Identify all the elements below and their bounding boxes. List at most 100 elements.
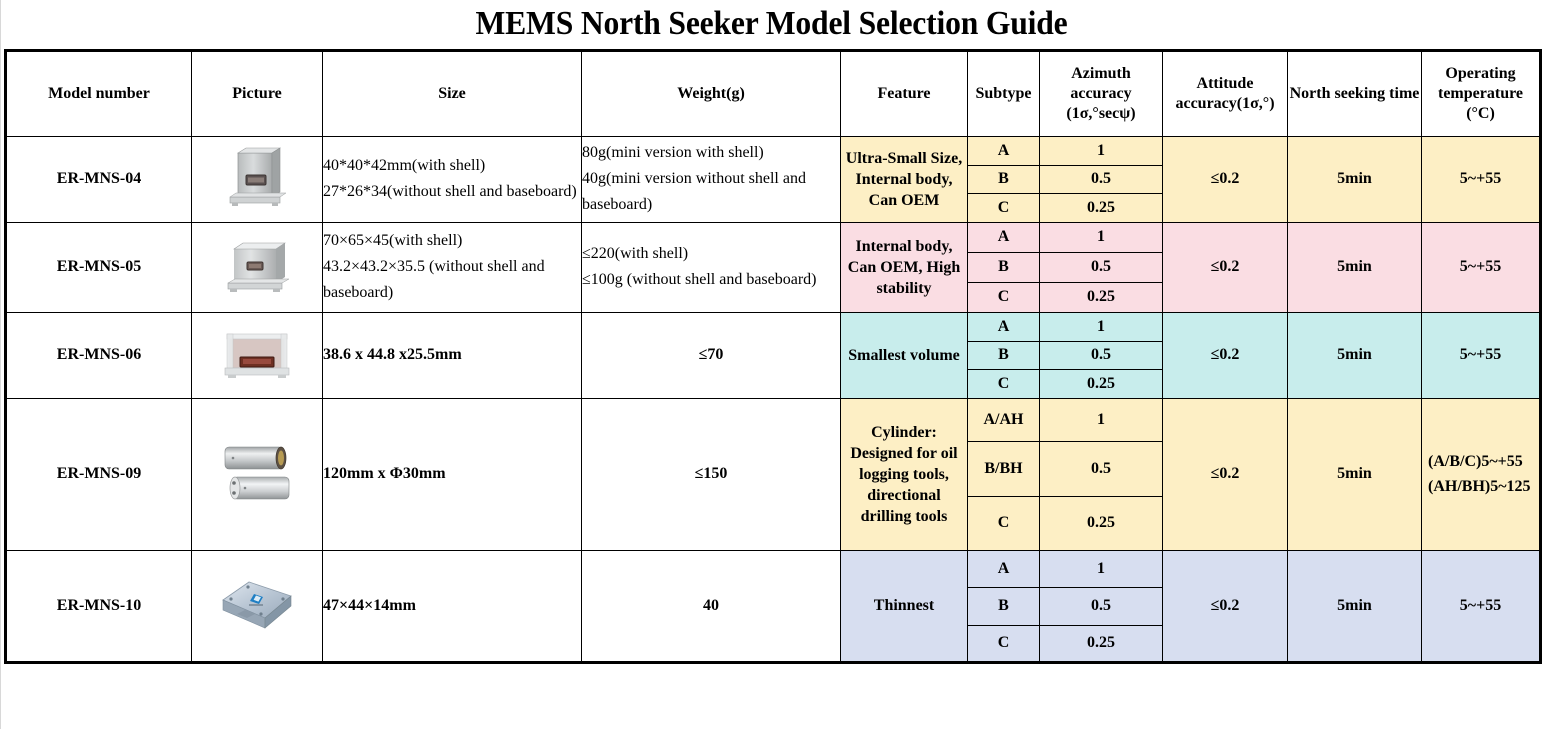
cell-model-number: ER-MNS-05 xyxy=(5,221,192,313)
cell-model-number: ER-MNS-09 xyxy=(5,397,192,551)
cell-product-picture xyxy=(191,221,323,313)
cell-model-number: ER-MNS-10 xyxy=(5,549,192,663)
cell-north-seeking-time: 5min xyxy=(1287,397,1422,551)
cell-azimuth-accuracy: 0.25 xyxy=(1039,624,1163,663)
size-line: 47×44×14mm xyxy=(323,596,416,614)
table-row: ER-MNS-04 40*40*42mm(with shell) 27*26*34(… xyxy=(5,136,1541,223)
page-left-edge-rule xyxy=(0,0,1,729)
table-row: ER-MNS-05 70×65×45(with shell) 43.2×43.2×3… xyxy=(5,221,1541,313)
cell-azimuth-accuracy: 0.25 xyxy=(1039,281,1163,313)
header-subtype: Subtype xyxy=(967,50,1040,137)
cell-azimuth-accuracy: 1 xyxy=(1039,549,1163,589)
cell-weight: ≤150 xyxy=(581,397,841,551)
header-model-number: Model number xyxy=(5,50,192,137)
cell-subtype: B xyxy=(967,340,1040,371)
table-row: ER-MNS-09 120mm x Φ30mm ≤150 Cylinder: Desi… xyxy=(5,397,1541,551)
cell-azimuth-accuracy: 0.5 xyxy=(1039,440,1163,497)
header-feature: Feature xyxy=(840,50,968,137)
cell-product-picture xyxy=(191,549,323,663)
cell-subtype: C xyxy=(967,193,1040,223)
cell-weight: ≤220(with shell) ≤100g (without shell and… xyxy=(581,221,841,313)
cell-subtype: C xyxy=(967,281,1040,313)
header-azimuth-accuracy: Azimuth accuracy (1σ,°secψ) xyxy=(1039,50,1163,137)
cell-weight: ≤70 xyxy=(581,311,841,399)
mems-flat-plate-sensor-image xyxy=(215,581,299,636)
size-line: 38.6 x 44.8 x25.5mm xyxy=(323,346,462,364)
mems-cube-sensor-image xyxy=(222,242,292,299)
cell-operating-temperature: 5~+55 xyxy=(1421,311,1541,399)
header-picture: Picture xyxy=(191,50,323,137)
cell-size: 120mm x Φ30mm xyxy=(322,397,582,551)
page-title: MEMS North Seeker Model Selection Guide xyxy=(475,5,1068,42)
cell-feature: Ultra-Small Size, Internal body, Can OEM xyxy=(840,136,968,223)
cell-operating-temperature: 5~+55 xyxy=(1421,221,1541,313)
cell-feature: Thinnest xyxy=(840,549,968,663)
cell-north-seeking-time: 5min xyxy=(1287,136,1422,223)
table-row: ER-MNS-06 38.6 x 44.8 x25.5mm ≤70 Smallest … xyxy=(5,311,1541,399)
cell-size: 70×65×45(with shell) 43.2×43.2×35.5 (with… xyxy=(322,221,582,313)
mems-cylinder-sensor-image xyxy=(219,446,295,509)
header-north-seeking-time: North seeking time xyxy=(1287,50,1422,137)
cell-subtype: A xyxy=(967,136,1040,166)
cell-feature: Smallest volume xyxy=(840,311,968,399)
weight-line: ≤70 xyxy=(698,346,724,364)
cell-weight: 80g(mini version with shell) 40g(mini ver… xyxy=(581,136,841,223)
mems-open-frame-sensor-image xyxy=(222,333,292,386)
cell-subtype: B xyxy=(967,164,1040,195)
cell-azimuth-accuracy: 0.5 xyxy=(1039,164,1163,195)
header-optemp-line3: (°C) xyxy=(1466,105,1495,122)
header-weight: Weight(g) xyxy=(581,50,841,137)
cell-azimuth-accuracy: 1 xyxy=(1039,397,1163,442)
cell-azimuth-accuracy: 0.5 xyxy=(1039,251,1163,283)
header-azimuth-line1: Azimuth xyxy=(1071,65,1131,82)
cell-subtype: B xyxy=(967,251,1040,283)
cell-operating-temperature: 5~+55 xyxy=(1421,136,1541,223)
weight-line: ≤220(with shell) xyxy=(582,245,689,263)
cell-azimuth-accuracy: 0.25 xyxy=(1039,495,1163,551)
size-line: 27*26*34(without shell and baseboard) xyxy=(323,183,577,201)
cell-north-seeking-time: 5min xyxy=(1287,549,1422,663)
cell-subtype: C xyxy=(967,369,1040,399)
cell-attitude-accuracy: ≤0.2 xyxy=(1162,397,1288,551)
cell-subtype: C xyxy=(967,624,1040,663)
cell-size: 47×44×14mm xyxy=(322,549,582,663)
cell-subtype: A xyxy=(967,549,1040,589)
cell-subtype: A xyxy=(967,311,1040,342)
cell-azimuth-accuracy: 0.25 xyxy=(1039,369,1163,399)
cell-subtype: A xyxy=(967,221,1040,253)
size-line: 70×65×45(with shell) xyxy=(323,232,463,250)
model-selection-table-wrapper: Model number Picture Size Weight(g) Feat… xyxy=(4,49,1542,664)
size-line: 43.2×43.2×35.5 (without shell and basebo… xyxy=(323,258,545,302)
cell-attitude-accuracy: ≤0.2 xyxy=(1162,311,1288,399)
cell-azimuth-accuracy: 1 xyxy=(1039,221,1163,253)
cell-attitude-accuracy: ≤0.2 xyxy=(1162,549,1288,663)
cell-subtype: C xyxy=(967,495,1040,551)
size-line: 40*40*42mm(with shell) xyxy=(323,157,486,175)
cell-feature: Internal body, Can OEM, High stability xyxy=(840,221,968,313)
model-selection-table: Model number Picture Size Weight(g) Feat… xyxy=(4,49,1542,664)
header-optemp-line1: Operating xyxy=(1445,65,1516,82)
cell-model-number: ER-MNS-06 xyxy=(5,311,192,399)
header-azimuth-line3: (1σ,°secψ) xyxy=(1066,105,1136,122)
cell-subtype: A/AH xyxy=(967,397,1040,442)
weight-line: 40g(mini version without shell and baseb… xyxy=(582,170,806,214)
cell-operating-temperature: (A/B/C)5~+55 (AH/BH)5~125 xyxy=(1421,397,1541,551)
mems-box-sensor-image xyxy=(222,147,292,213)
cell-azimuth-accuracy: 0.25 xyxy=(1039,193,1163,223)
cell-product-picture xyxy=(191,136,323,223)
header-attitude-accuracy: Attitude accuracy(1σ,°) xyxy=(1162,50,1288,137)
cell-subtype: B xyxy=(967,587,1040,626)
cell-feature: Cylinder: Designed for oil logging tools… xyxy=(840,397,968,551)
cell-attitude-accuracy: ≤0.2 xyxy=(1162,221,1288,313)
cell-azimuth-accuracy: 0.5 xyxy=(1039,340,1163,371)
cell-subtype: B/BH xyxy=(967,440,1040,497)
weight-line: ≤150 xyxy=(694,465,728,483)
size-line: 120mm x Φ30mm xyxy=(323,465,446,483)
header-optemp-line2: temperature xyxy=(1438,85,1523,102)
weight-line: ≤100g (without shell and baseboard) xyxy=(582,271,817,289)
table-row: ER-MNS-10 47×44×14mm 40 Thinnest A 1 ≤0.2 5min 5… xyxy=(5,549,1541,663)
cell-operating-temperature: 5~+55 xyxy=(1421,549,1541,663)
cell-size: 38.6 x 44.8 x25.5mm xyxy=(322,311,582,399)
cell-model-number: ER-MNS-04 xyxy=(5,136,192,223)
cell-azimuth-accuracy: 0.5 xyxy=(1039,587,1163,626)
